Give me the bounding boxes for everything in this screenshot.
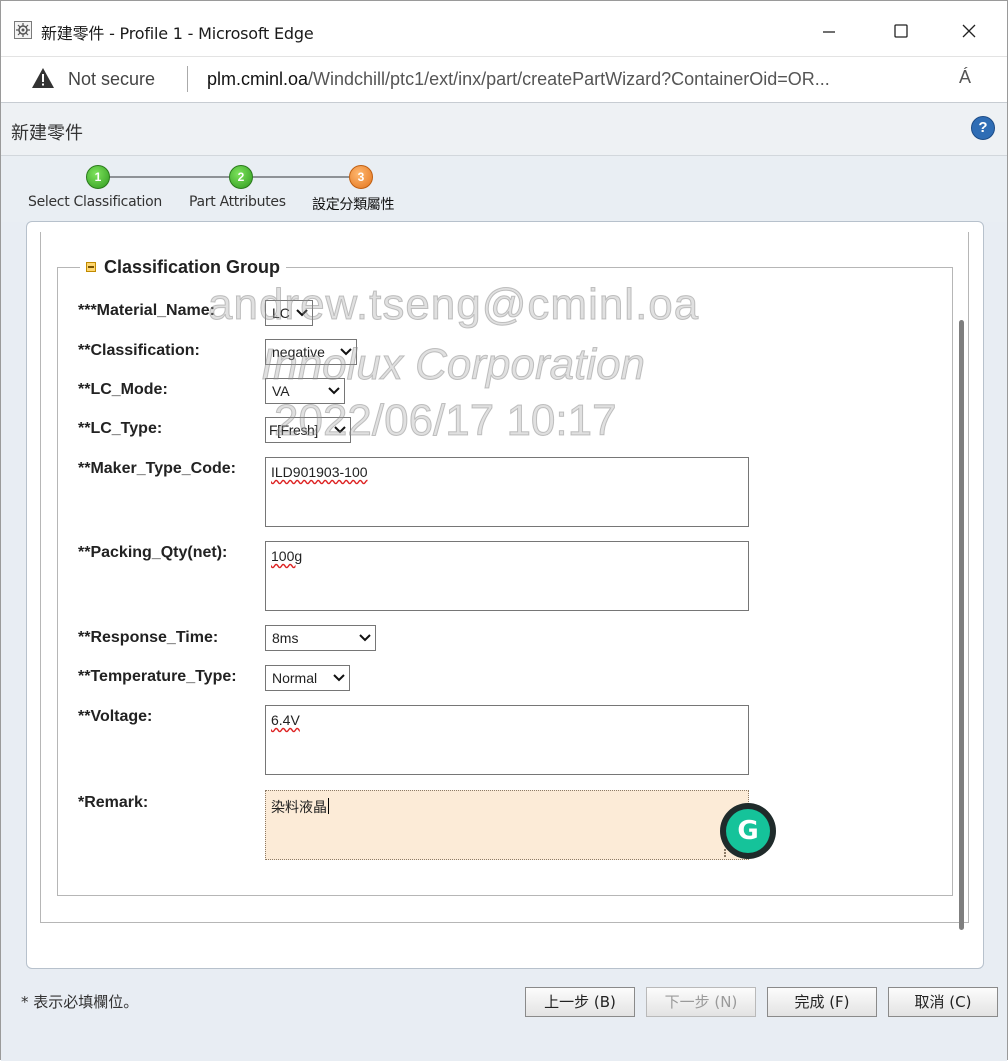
voltage-label: **Voltage: — [78, 708, 153, 725]
remark-field[interactable]: 染料液晶 — [265, 790, 749, 860]
chevron-down-icon — [333, 674, 345, 682]
chevron-down-icon — [359, 634, 371, 642]
lc-type-select[interactable]: F[Fresh] — [265, 417, 351, 443]
security-status[interactable]: Not secure — [68, 69, 155, 90]
temperature-type-label: **Temperature_Type: — [78, 668, 237, 685]
step-1-dot[interactable]: 1 — [86, 165, 110, 189]
url-host: plm.cminl.oa — [207, 69, 309, 89]
collapse-icon[interactable] — [86, 262, 96, 272]
step-2-dot[interactable]: 2 — [229, 165, 253, 189]
address-bar[interactable]: Not secure plm.cminl.oa/Windchill/ptc1/e… — [1, 56, 1007, 103]
temperature-type-value: Normal — [272, 670, 318, 686]
maker-type-code-label: **Maker_Type_Code: — [78, 460, 236, 477]
remark-value: 染料液晶 — [271, 799, 327, 815]
response-time-select[interactable]: 8ms — [265, 625, 376, 651]
warning-icon — [32, 68, 54, 88]
classification-select[interactable]: negative — [265, 339, 357, 365]
classification-label: **Classification: — [78, 342, 200, 359]
step-connector — [253, 176, 349, 178]
voltage-value: 6.4V — [271, 712, 300, 728]
chevron-down-icon — [328, 387, 340, 395]
chevron-down-icon — [334, 426, 346, 434]
packing-qty-value: 100g — [271, 548, 303, 564]
browser-window: 新建零件 - Profile 1 - Microsoft Edge Not se… — [0, 0, 1008, 1061]
response-time-value: 8ms — [272, 630, 299, 646]
content-panel: Classification Group ***Material_Name: L… — [26, 221, 984, 969]
next-button: 下一步 (N) — [646, 987, 756, 1017]
lc-mode-select[interactable]: VA — [265, 378, 345, 404]
maximize-button[interactable] — [879, 11, 923, 51]
material-name-select[interactable]: LC — [265, 300, 313, 326]
remark-label: *Remark: — [78, 794, 149, 811]
close-button[interactable] — [947, 11, 991, 51]
packing-qty-label: **Packing_Qty(net): — [78, 544, 228, 561]
resize-grip-icon[interactable] — [724, 849, 732, 857]
step-1-label[interactable]: Select Classification — [28, 194, 162, 210]
packing-qty-field[interactable]: 100g — [265, 541, 749, 611]
material-name-label: ***Material_Name: — [78, 302, 215, 319]
grammarly-icon: G — [726, 809, 770, 853]
text-caret — [328, 798, 329, 814]
minimize-icon — [823, 31, 835, 33]
chevron-down-icon — [340, 348, 352, 356]
address-separator — [187, 66, 188, 92]
maker-type-code-field[interactable]: ILD901903-100 — [265, 457, 749, 527]
maximize-icon — [894, 24, 908, 38]
chevron-down-icon — [296, 309, 308, 317]
material-name-value: LC — [272, 305, 290, 321]
temperature-type-select[interactable]: Normal — [265, 665, 350, 691]
group-title: Classification Group — [104, 256, 281, 277]
previous-button[interactable]: 上一步 (B) — [525, 987, 635, 1017]
lc-type-value: F[Fresh] — [269, 422, 318, 438]
voltage-field[interactable]: 6.4V — [265, 705, 749, 775]
maker-type-code-value: ILD901903-100 — [271, 464, 368, 480]
vertical-scrollbar[interactable] — [959, 320, 964, 930]
close-icon — [962, 24, 976, 38]
url-path: /Windchill/ptc1/ext/inx/part/createPartW… — [308, 69, 830, 89]
minimize-button[interactable] — [807, 11, 851, 51]
step-3-label: 設定分類屬性 — [312, 197, 395, 213]
cancel-button[interactable]: 取消 (C) — [888, 987, 998, 1017]
lc-mode-label: **LC_Mode: — [78, 381, 168, 398]
page-title: 新建零件 — [11, 123, 83, 144]
title-bar: 新建零件 - Profile 1 - Microsoft Edge — [1, 1, 1007, 56]
step-2-label[interactable]: Part Attributes — [189, 194, 286, 210]
required-note: * 表示必填欄位。 — [21, 993, 139, 1011]
lc-type-label: **LC_Type: — [78, 420, 163, 437]
read-aloud-icon[interactable]: Á — [959, 67, 971, 88]
form-scroll-area[interactable]: Classification Group ***Material_Name: L… — [40, 232, 969, 930]
finish-button[interactable]: 完成 (F) — [767, 987, 877, 1017]
app-settings-icon — [14, 21, 32, 39]
step-connector — [109, 176, 229, 178]
response-time-label: **Response_Time: — [78, 629, 219, 646]
help-icon[interactable]: ? — [971, 116, 995, 140]
classification-group: Classification Group ***Material_Name: L… — [57, 255, 953, 896]
wizard-steps: 1 2 3 Select Classification Part Attribu… — [1, 156, 1007, 222]
url-text[interactable]: plm.cminl.oa/Windchill/ptc1/ext/inx/part… — [207, 69, 942, 90]
page-content: 新建零件 ? 1 2 3 Select Classification Part … — [1, 102, 1007, 1061]
step-3-dot: 3 — [349, 165, 373, 189]
page-header: 新建零件 ? — [1, 103, 1007, 156]
lc-mode-value: VA — [272, 383, 290, 399]
window-title: 新建零件 - Profile 1 - Microsoft Edge — [41, 24, 314, 43]
group-header[interactable]: Classification Group — [80, 255, 287, 279]
classification-value: negative — [272, 344, 325, 360]
